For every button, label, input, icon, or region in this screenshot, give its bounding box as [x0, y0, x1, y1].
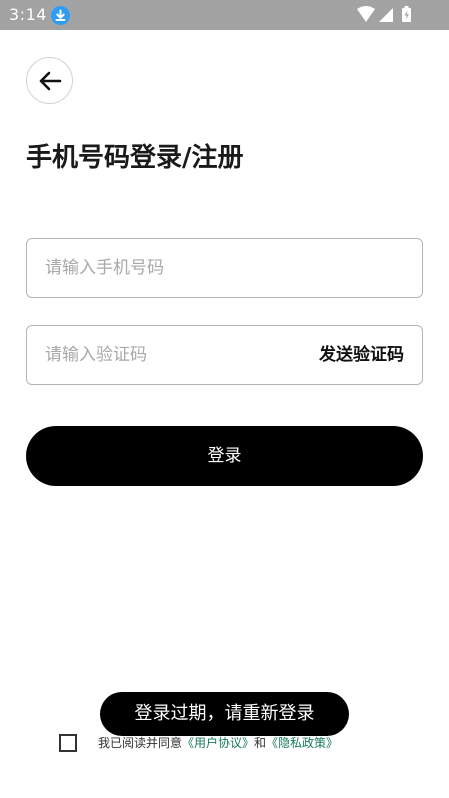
agreement-text: 我已阅读并同意《用户协议》和《隐私政策》 [98, 735, 338, 751]
status-icons [357, 6, 417, 24]
code-input-box[interactable]: 发送验证码 [26, 325, 423, 385]
user-agreement-link[interactable]: 《用户协议》 [182, 736, 254, 750]
send-code-button[interactable]: 发送验证码 [319, 326, 404, 384]
battery-charging-icon [402, 6, 411, 22]
toast-message: 登录过期，请重新登录 [100, 692, 349, 736]
page-title: 手机号码登录/注册 [26, 143, 244, 173]
verification-code-input[interactable] [45, 326, 305, 384]
wifi-icon [357, 6, 375, 22]
status-time: 3:14 [9, 5, 47, 24]
privacy-policy-link[interactable]: 《隐私政策》 [266, 736, 338, 750]
status-bar: 3:14 [0, 0, 449, 30]
login-button[interactable]: 登录 [26, 426, 423, 486]
signal-icon [379, 8, 393, 22]
agreement-and: 和 [254, 736, 267, 750]
download-icon [51, 6, 70, 25]
back-button[interactable] [26, 57, 73, 104]
phone-input[interactable] [45, 239, 305, 297]
agree-checkbox[interactable] [59, 734, 77, 752]
arrow-left-icon [39, 71, 62, 91]
agreement-prefix: 我已阅读并同意 [98, 736, 183, 750]
login-page: 3:14 手机号码登录/注册 请输入手机号码 请输入验证码 发送验证码 登录 登… [0, 0, 449, 798]
phone-input-box[interactable] [26, 238, 423, 298]
